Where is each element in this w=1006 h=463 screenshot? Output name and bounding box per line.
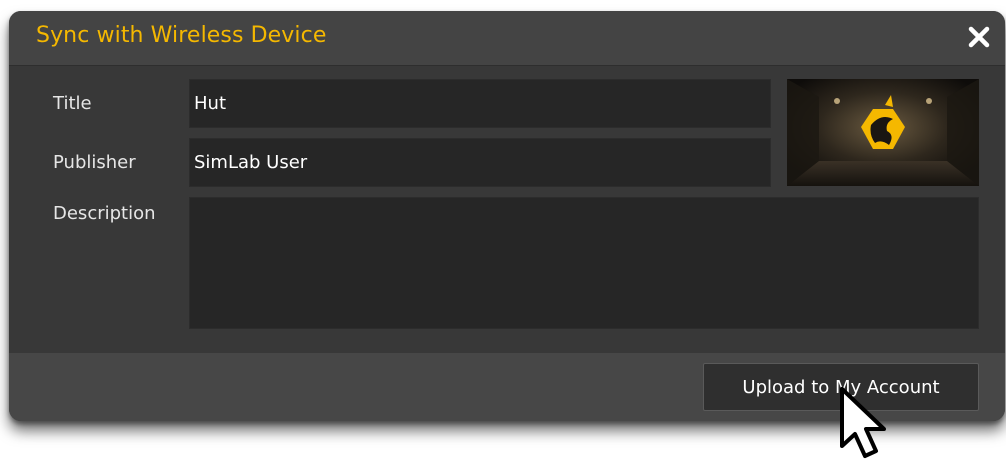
close-button[interactable] [965, 23, 993, 51]
close-icon [968, 26, 990, 48]
dialog-title: Sync with Wireless Device [36, 23, 327, 48]
thumbnail-scene [787, 79, 979, 186]
title-label: Title [53, 93, 92, 114]
sync-dialog: Sync with Wireless Device Title Hut Publ… [9, 11, 1005, 421]
description-label: Description [53, 203, 156, 224]
title-field[interactable]: Hut [189, 79, 771, 128]
dialog-titlebar: Sync with Wireless Device [9, 11, 1005, 66]
description-field[interactable] [189, 197, 979, 329]
preview-thumbnail [787, 79, 979, 186]
publisher-field[interactable]: SimLab User [189, 138, 771, 187]
publisher-label: Publisher [53, 152, 136, 173]
mouse-pointer-icon [840, 387, 886, 458]
